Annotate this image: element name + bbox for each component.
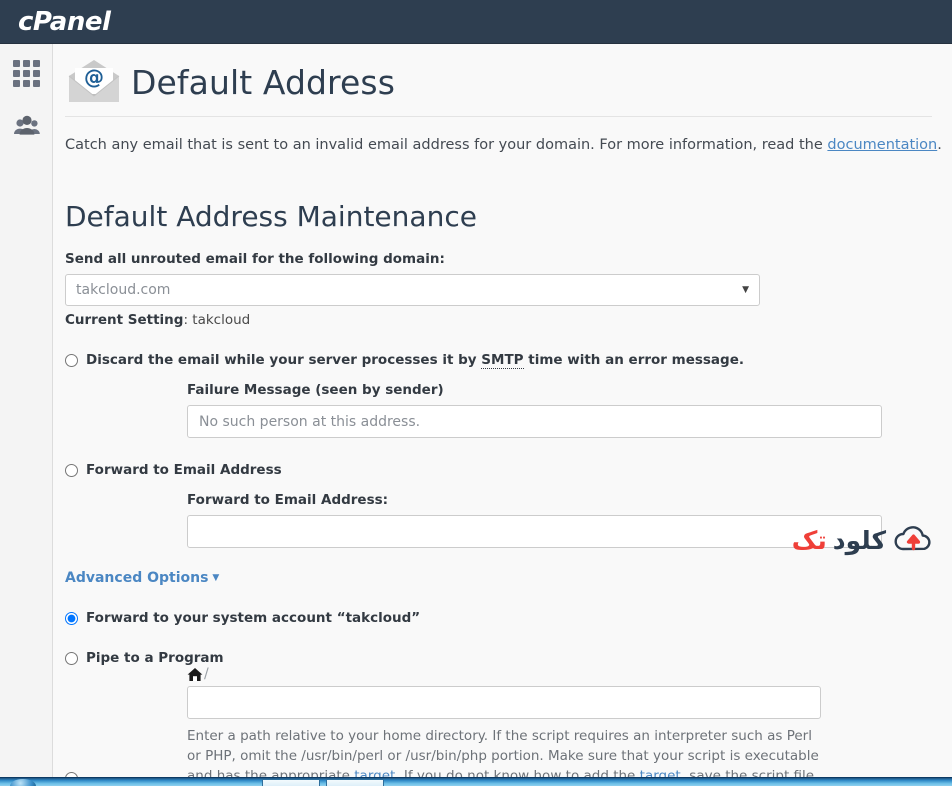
home-icon	[187, 668, 203, 682]
taskbar-item[interactable]	[326, 779, 384, 786]
discard-options-group: Failure Message (seen by sender)	[187, 382, 952, 439]
section-title: Default Address Maintenance	[65, 200, 477, 234]
documentation-link[interactable]: documentation	[827, 137, 937, 153]
domain-select-value: takcloud.com	[76, 282, 171, 299]
sidebar-item-apps[interactable]	[0, 52, 53, 96]
cpanel-logo[interactable]: cPanel	[18, 7, 111, 37]
os-taskbar	[0, 777, 952, 786]
intro-text-after: .	[937, 137, 942, 153]
option-forward-email-row[interactable]: Forward to Email Address	[65, 462, 952, 478]
pipe-program-path-input[interactable]	[187, 686, 821, 720]
svg-text:@: @	[84, 65, 104, 89]
advanced-options-toggle[interactable]: Advanced Options ▼	[65, 570, 219, 586]
current-setting-value: : takcloud	[183, 312, 251, 329]
failure-message-input[interactable]	[187, 405, 882, 439]
option-forward-email-label: Forward to Email Address	[86, 462, 282, 479]
option-pipe-program-label: Pipe to a Program	[86, 650, 224, 667]
radio-pipe-program[interactable]	[65, 651, 78, 665]
app-root: cPanel @ Default Address Catch any email…	[0, 0, 952, 786]
chevron-down-icon: ▼	[742, 285, 749, 296]
smtp-abbr: SMTP	[481, 352, 524, 370]
discard-label-after: time with an error message.	[523, 352, 744, 369]
sidebar-item-users[interactable]	[0, 104, 53, 148]
left-sidebar	[0, 44, 53, 786]
envelope-at-icon: @	[68, 60, 120, 102]
pipe-program-group: / Enter a path relative to your home dir…	[187, 666, 952, 786]
page-intro: Catch any email that is sent to an inval…	[65, 117, 952, 155]
option-system-account-row[interactable]: Forward to your system account “takcloud…	[65, 610, 952, 626]
radio-discard[interactable]	[65, 353, 78, 367]
watermark-text-navy: کلود	[832, 525, 887, 555]
cloud-upload-icon	[894, 526, 931, 551]
path-prefix: /	[187, 666, 952, 682]
intro-text-before: Catch any email that is sent to an inval…	[65, 137, 828, 153]
grid-icon	[12, 60, 41, 88]
domain-select-label: Send all unrouted email for the followin…	[65, 251, 445, 268]
caret-down-icon: ▼	[212, 573, 220, 584]
option-discard-row[interactable]: Discard the email while your server proc…	[65, 352, 952, 370]
takcloud-watermark-logo: کلود تک	[792, 524, 936, 556]
top-header-bar: cPanel	[0, 0, 952, 44]
page-header: @ Default Address	[65, 44, 932, 117]
forward-email-input[interactable]	[187, 515, 882, 549]
radio-forward-email[interactable]	[65, 463, 78, 477]
main-content: @ Default Address Catch any email that i…	[53, 44, 952, 786]
forward-email-sub-label: Forward to Email Address:	[187, 492, 389, 509]
watermark-text-red: تک	[791, 525, 828, 555]
option-discard-label: Discard the email while your server proc…	[86, 352, 744, 370]
failure-message-label: Failure Message (seen by sender)	[187, 382, 444, 399]
current-setting-label: Current Setting	[65, 312, 184, 329]
option-system-account-label: Forward to your system account “takcloud…	[86, 610, 421, 627]
start-button-icon[interactable]	[10, 779, 36, 786]
option-pipe-program-row[interactable]: Pipe to a Program	[65, 650, 952, 666]
domain-select[interactable]: takcloud.com ▼	[65, 274, 760, 307]
discard-label-before: Discard the email while your server proc…	[86, 352, 482, 369]
advanced-options-label: Advanced Options	[65, 570, 209, 587]
path-prefix-slash: /	[204, 666, 209, 683]
taskbar-item[interactable]	[262, 779, 320, 786]
radio-system-account[interactable]	[65, 611, 78, 625]
current-setting: Current Setting: takcloud	[65, 312, 952, 328]
page-title: Default Address	[131, 62, 395, 102]
users-icon	[13, 115, 40, 135]
